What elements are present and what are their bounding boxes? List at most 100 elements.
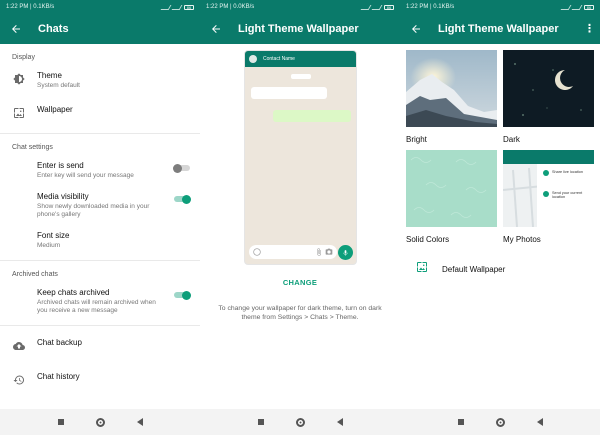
setting-keep-archived[interactable]: Keep chats archived Archived chats will … [0, 282, 200, 321]
my-photos-thumbnail: Share live location Send your current lo… [503, 150, 594, 227]
tile-label: Dark [503, 135, 520, 144]
wallpaper-preview: Contact Name [244, 50, 357, 265]
back-button[interactable] [136, 418, 143, 426]
section-header-archived: Archived chats [12, 271, 58, 278]
avatar [249, 55, 257, 63]
signal-icon [571, 4, 583, 10]
help-text: To change your wallpaper for dark theme,… [218, 305, 382, 321]
enter-send-toggle[interactable] [173, 163, 190, 173]
recents-button[interactable] [57, 419, 64, 425]
tile-label: Solid Colors [406, 235, 450, 244]
page-title: Light Theme Wallpaper [438, 23, 559, 35]
setting-desc: Show newly downloaded media in your phon… [37, 203, 150, 218]
setting-label: Keep chats archived [37, 288, 110, 297]
setting-label: Wallpaper [37, 105, 73, 114]
app-bar: Chats [0, 14, 200, 44]
signal-icon [160, 4, 172, 10]
setting-desc: Archived chats will remain archived when… [37, 299, 156, 314]
emoji-icon [253, 248, 261, 256]
setting-chat-backup[interactable]: Chat backup [0, 326, 200, 362]
preview-bubble-outgoing [273, 110, 351, 122]
home-button[interactable] [495, 417, 505, 427]
setting-label: Font size [37, 231, 70, 240]
more-options-icon[interactable]: ⋮ [584, 23, 595, 35]
default-wallpaper-label: Default Wallpaper [442, 264, 506, 274]
change-button[interactable]: CHANGE [200, 278, 400, 287]
recents-button[interactable] [257, 419, 264, 425]
setting-label: Chat history [37, 372, 80, 381]
keep-archived-toggle[interactable] [174, 290, 191, 300]
preview-chat-header: Contact Name [245, 51, 356, 67]
wallpaper-category-bright[interactable]: Bright [406, 50, 497, 144]
photo-preview-text-2: Send your current location [552, 191, 583, 199]
status-time: 1:22 PM | 0.1KB/s [6, 4, 55, 10]
page-title: Light Theme Wallpaper [238, 23, 359, 35]
preview-date-chip [290, 74, 311, 79]
setting-theme[interactable]: Theme System default [0, 65, 200, 96]
light-theme-wallpaper-preview-screen: 1:22 PM | 0.0KB/s 86 Light Theme Wallpap… [200, 0, 400, 435]
wallpaper-category-dark[interactable]: Dark [503, 50, 594, 144]
setting-label: Media visibility [37, 192, 89, 201]
wallpaper-icon [12, 106, 26, 120]
history-icon [12, 373, 26, 387]
cloud-upload-icon [12, 339, 26, 353]
photo-preview-text-1: Share live location [552, 170, 584, 174]
status-bar: 1:22 PM | 0.0KB/s 86 [200, 0, 400, 14]
section-header-chat-settings: Chat settings [12, 144, 53, 151]
signal-icon [360, 4, 372, 10]
preview-contact-name: Contact Name [263, 56, 295, 62]
setting-value: Medium [37, 242, 61, 249]
section-header-display: Display [12, 54, 35, 61]
tile-label: Bright [406, 135, 427, 144]
setting-desc: Enter key will send your message [37, 172, 134, 179]
tile-label: My Photos [503, 235, 541, 244]
back-arrow-icon[interactable] [208, 21, 224, 37]
setting-value: System default [37, 82, 80, 89]
attach-icon [317, 248, 321, 256]
wallpaper-category-solid-colors[interactable]: Solid Colors [406, 150, 497, 244]
status-bar: 1:22 PM | 0.1KB/s 86 [0, 0, 200, 14]
wallpaper-category-my-photos[interactable]: Share live location Send your current lo… [503, 150, 594, 244]
signal-icon [371, 4, 383, 10]
status-time: 1:22 PM | 0.1KB/s [406, 4, 455, 10]
setting-media-visibility[interactable]: Media visibility Show newly downloaded m… [0, 186, 200, 225]
bright-thumbnail [406, 50, 497, 127]
preview-bubble-incoming [251, 87, 327, 99]
system-nav-bar [200, 409, 400, 435]
light-theme-wallpaper-picker-screen: 1:22 PM | 0.1KB/s 86 Light Theme Wallpap… [400, 0, 600, 435]
back-button[interactable] [336, 418, 343, 426]
app-bar: Light Theme Wallpaper [200, 14, 400, 44]
preview-input-bar [249, 245, 337, 259]
back-button[interactable] [536, 418, 543, 426]
recents-button[interactable] [457, 419, 464, 425]
setting-chat-history[interactable]: Chat history [0, 362, 200, 396]
signal-icon [560, 4, 572, 10]
setting-label: Theme [37, 71, 62, 80]
media-visibility-toggle[interactable] [174, 194, 191, 204]
signal-icon [171, 4, 183, 10]
setting-wallpaper[interactable]: Wallpaper [0, 96, 200, 129]
default-wallpaper-option[interactable]: Default Wallpaper [416, 260, 505, 278]
battery-icon: 86 [584, 4, 594, 10]
app-bar: Light Theme Wallpaper ⋮ [400, 14, 600, 44]
home-button[interactable] [295, 417, 305, 427]
setting-label: Enter is send [37, 161, 84, 170]
page-title: Chats [38, 23, 69, 35]
chats-settings-screen: 1:22 PM | 0.1KB/s 86 Chats Display Theme… [0, 0, 200, 435]
back-arrow-icon[interactable] [408, 21, 424, 37]
status-time: 1:22 PM | 0.0KB/s [206, 4, 255, 10]
mic-icon [338, 245, 353, 260]
setting-label: Chat backup [37, 338, 82, 347]
battery-icon: 86 [184, 4, 194, 10]
home-button[interactable] [95, 417, 105, 427]
default-wallpaper-icon [416, 260, 428, 278]
status-bar: 1:22 PM | 0.1KB/s 86 [400, 0, 600, 14]
system-nav-bar [400, 409, 600, 435]
solid-colors-thumbnail [406, 150, 497, 227]
back-arrow-icon[interactable] [8, 21, 24, 37]
battery-icon: 86 [384, 4, 394, 10]
setting-font-size[interactable]: Font size Medium [0, 225, 200, 256]
dark-thumbnail [503, 50, 594, 127]
setting-enter-is-send[interactable]: Enter is send Enter key will send your m… [0, 155, 200, 186]
camera-icon [325, 248, 333, 255]
